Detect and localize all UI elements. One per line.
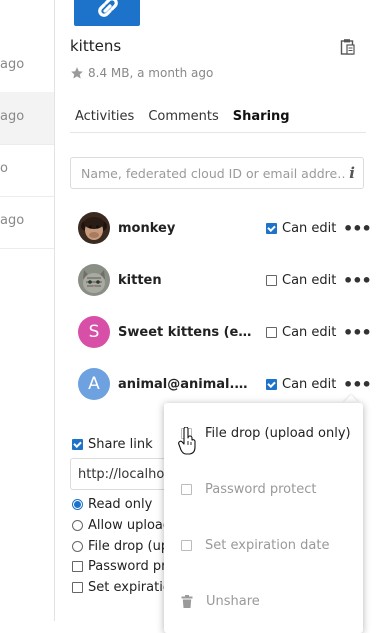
clipboard-icon[interactable]: [340, 38, 356, 56]
file-size-and-date: 8.4 MB, a month ago: [88, 66, 214, 80]
menu-item-label: File drop (upload only): [205, 426, 351, 441]
share-entry: kitten Can edit •••: [78, 264, 372, 296]
avatar: [78, 264, 110, 296]
menu-item-unshare[interactable]: Unshare: [181, 594, 260, 609]
set-expiration-option[interactable]: Set expiration: [72, 580, 179, 595]
sidebar-divider: [54, 0, 55, 621]
can-edit-label: Can edit: [282, 220, 337, 236]
tab-underline: [70, 132, 366, 133]
file-meta: 8.4 MB, a month ago: [70, 66, 213, 80]
more-options-icon[interactable]: •••: [343, 323, 372, 342]
tab-bar: Activities Comments Sharing: [70, 106, 299, 133]
read-only-radio[interactable]: [72, 499, 83, 510]
tab-sharing[interactable]: Sharing: [227, 106, 295, 133]
tab-activities[interactable]: Activities: [70, 106, 139, 133]
file-drop-option[interactable]: File drop (upl: [72, 539, 173, 554]
menu-item-label: Password protect: [205, 482, 317, 497]
can-edit-toggle[interactable]: Can edit: [266, 325, 336, 340]
can-edit-label: Can edit: [282, 272, 337, 288]
can-edit-toggle[interactable]: Can edit: [266, 221, 336, 236]
more-options-icon[interactable]: •••: [343, 271, 372, 290]
allow-upload-label: Allow upload: [88, 518, 172, 533]
can-edit-label: Can edit: [282, 376, 337, 392]
menu-item-label: Set expiration date: [205, 538, 330, 553]
share-recipient-name: animal@animal.co…: [118, 376, 248, 392]
avatar: A: [78, 368, 110, 400]
info-icon[interactable]: i: [349, 164, 355, 182]
file-modified-time: ago: [0, 109, 25, 124]
file-modified-time: ago: [0, 213, 25, 228]
share-recipient-name: kitten: [118, 272, 162, 288]
file-row[interactable]: ago: [0, 196, 54, 249]
share-link-toggle[interactable]: Share link: [72, 437, 153, 452]
star-icon[interactable]: [70, 66, 84, 80]
file-drop-radio[interactable]: [72, 541, 83, 552]
more-options-icon[interactable]: •••: [343, 375, 372, 394]
share-recipient-name: Sweet kittens (email): [118, 324, 258, 340]
kitten-avatar-image: [78, 264, 110, 296]
file-row[interactable]: o: [0, 144, 54, 197]
avatar: S: [78, 316, 110, 348]
read-only-option[interactable]: Read only: [72, 497, 152, 512]
share-search-field: i: [70, 157, 364, 189]
can-edit-label: Can edit: [282, 324, 337, 340]
password-protect-checkbox[interactable]: [72, 561, 83, 572]
password-protect-checkbox[interactable]: [181, 484, 192, 495]
more-options-icon[interactable]: •••: [343, 219, 372, 238]
file-row-selected[interactable]: ago: [0, 92, 54, 145]
share-entry: A animal@animal.co… Can edit •••: [78, 368, 372, 400]
file-row[interactable]: ago: [0, 40, 54, 93]
menu-item-label: Unshare: [206, 594, 260, 609]
can-edit-toggle[interactable]: Can edit: [266, 377, 336, 392]
can-edit-checkbox[interactable]: [266, 378, 277, 390]
monkey-avatar-image: [78, 212, 110, 244]
trash-icon: [181, 595, 193, 608]
password-protect-label: Password pro: [88, 559, 175, 574]
read-only-label: Read only: [88, 497, 153, 512]
share-search-input[interactable]: [79, 164, 350, 182]
share-entry: S Sweet kittens (email) Can edit •••: [78, 316, 372, 348]
link-icon: [98, 0, 118, 17]
share-entry: monkey Can edit •••: [78, 212, 372, 244]
can-edit-toggle[interactable]: Can edit: [266, 273, 336, 288]
menu-item-password-protect[interactable]: Password protect: [181, 482, 316, 497]
menu-item-file-drop[interactable]: File drop (upload only): [181, 426, 351, 441]
file-thumbnail: [74, 0, 140, 26]
can-edit-checkbox[interactable]: [266, 274, 277, 286]
file-modified-time: ago: [0, 57, 25, 72]
file-drop-label: File drop (upl: [88, 539, 173, 554]
share-link-checkbox[interactable]: [72, 439, 83, 450]
tab-comments[interactable]: Comments: [143, 106, 223, 133]
share-link-label: Share link: [88, 437, 153, 452]
avatar: [78, 212, 110, 244]
share-recipient-name: monkey: [118, 220, 176, 236]
set-expiration-checkbox[interactable]: [72, 582, 83, 593]
password-protect-option[interactable]: Password pro: [72, 559, 174, 574]
can-edit-checkbox[interactable]: [266, 222, 277, 234]
can-edit-checkbox[interactable]: [266, 326, 277, 338]
popover-arrow: [343, 395, 359, 403]
file-list: ago ago o ago: [0, 0, 54, 621]
menu-item-set-expiration[interactable]: Set expiration date: [181, 538, 329, 553]
set-expiration-checkbox[interactable]: [181, 540, 192, 551]
allow-upload-radio[interactable]: [72, 520, 83, 531]
file-name: kittens: [70, 37, 122, 55]
file-modified-time: o: [0, 161, 8, 176]
hand-cursor-icon: [178, 427, 196, 455]
allow-upload-option[interactable]: Allow upload: [72, 518, 171, 533]
